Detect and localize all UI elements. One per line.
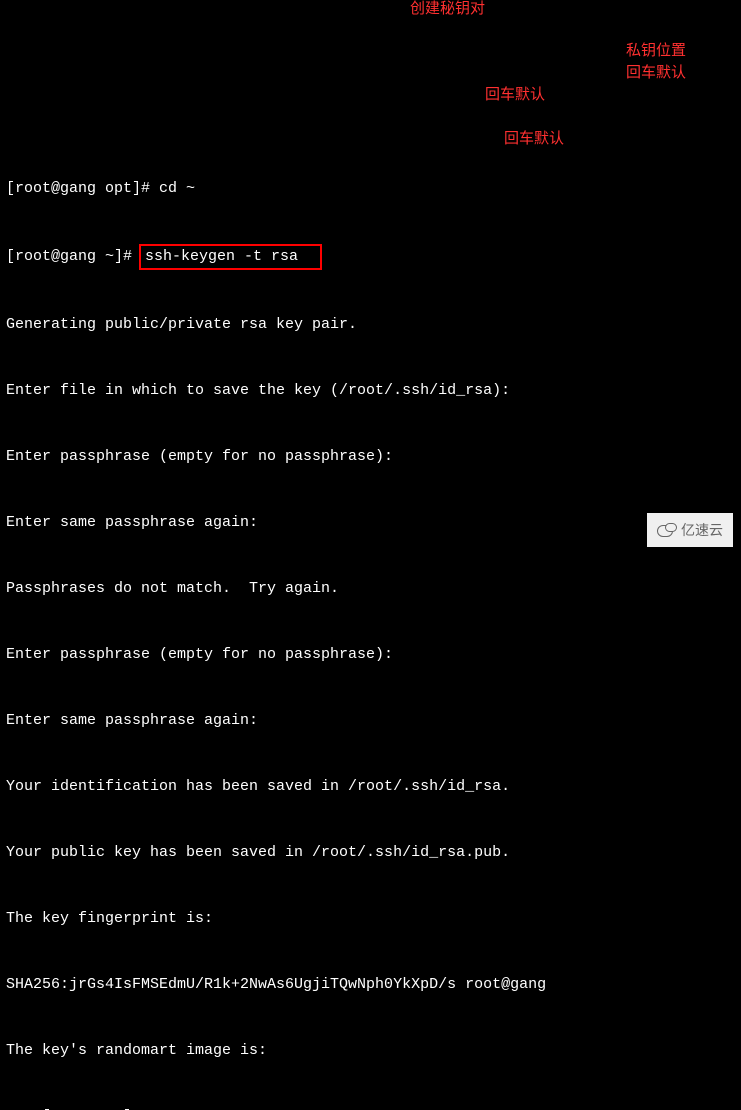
watermark-badge: 亿速云 bbox=[647, 513, 733, 547]
annotation-private-key-location: 私钥位置 bbox=[626, 40, 686, 62]
terminal-line: Enter same passphrase again: bbox=[6, 710, 735, 732]
terminal-line: Passphrases do not match. Try again. bbox=[6, 578, 735, 600]
annotation-enter-default-1: 回车默认 bbox=[626, 62, 686, 84]
terminal-line: SHA256:jrGs4IsFMSEdmU/R1k+2NwAs6UgjiTQwN… bbox=[6, 974, 735, 996]
terminal-output[interactable]: 创建秘钥对 私钥位置 回车默认 回车默认 回车默认 [root@gang opt… bbox=[0, 0, 741, 1110]
highlighted-command: ssh-keygen -t rsa bbox=[139, 244, 322, 270]
terminal-line: Your identification has been saved in /r… bbox=[6, 776, 735, 798]
cloud-icon bbox=[657, 523, 677, 537]
terminal-line: The key fingerprint is: bbox=[6, 908, 735, 930]
terminal-line: The key's randomart image is: bbox=[6, 1040, 735, 1062]
terminal-line: Enter passphrase (empty for no passphras… bbox=[6, 644, 735, 666]
terminal-line: Enter same passphrase again: bbox=[6, 512, 735, 534]
terminal-line: Enter file in which to save the key (/ro… bbox=[6, 380, 735, 402]
randomart-line: +---[RSA 2048]----+ bbox=[6, 1106, 735, 1110]
annotation-enter-default-2: 回车默认 bbox=[485, 84, 545, 106]
annotation-enter-default-3: 回车默认 bbox=[504, 128, 564, 150]
watermark-text: 亿速云 bbox=[681, 519, 723, 541]
terminal-line: [root@gang opt]# cd ~ bbox=[6, 178, 735, 200]
terminal-line: Generating public/private rsa key pair. bbox=[6, 314, 735, 336]
terminal-line: Enter passphrase (empty for no passphras… bbox=[6, 446, 735, 468]
annotation-create-keypair: 创建秘钥对 bbox=[410, 0, 485, 20]
prompt: [root@gang ~]# bbox=[6, 248, 141, 265]
terminal-line: Your public key has been saved in /root/… bbox=[6, 842, 735, 864]
terminal-line: [root@gang ~]# ssh-keygen -t rsa bbox=[6, 244, 735, 270]
